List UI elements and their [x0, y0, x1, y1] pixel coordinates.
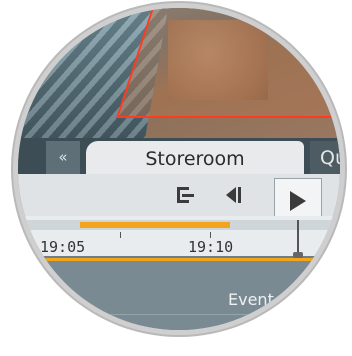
- time-label: 19:10: [188, 238, 234, 256]
- timeline-tick: [120, 232, 121, 238]
- step-back-icon[interactable]: [222, 184, 244, 211]
- tab-scroll-left-button[interactable]: «: [46, 141, 80, 174]
- playhead[interactable]: [297, 220, 299, 256]
- tab-storeroom[interactable]: Storeroom: [86, 141, 304, 177]
- timeline-tick: [30, 232, 31, 238]
- exit-icon[interactable]: [175, 184, 195, 211]
- time-label: 19:05: [40, 238, 86, 256]
- camera-video: [18, 8, 340, 138]
- detection-zone-outline: [116, 8, 340, 118]
- event-row[interactable]: Fo: [214, 326, 230, 330]
- timeline-recorded-range: [80, 222, 230, 228]
- event-divider: [18, 314, 340, 315]
- event-panel-title: Event S: [228, 290, 290, 309]
- magnifier-lens: « Storeroom Qu 19:05 19:10 Event S Fo: [18, 8, 340, 330]
- tab-next[interactable]: Qu: [310, 141, 340, 174]
- play-icon: [290, 191, 306, 211]
- event-panel: [18, 261, 340, 330]
